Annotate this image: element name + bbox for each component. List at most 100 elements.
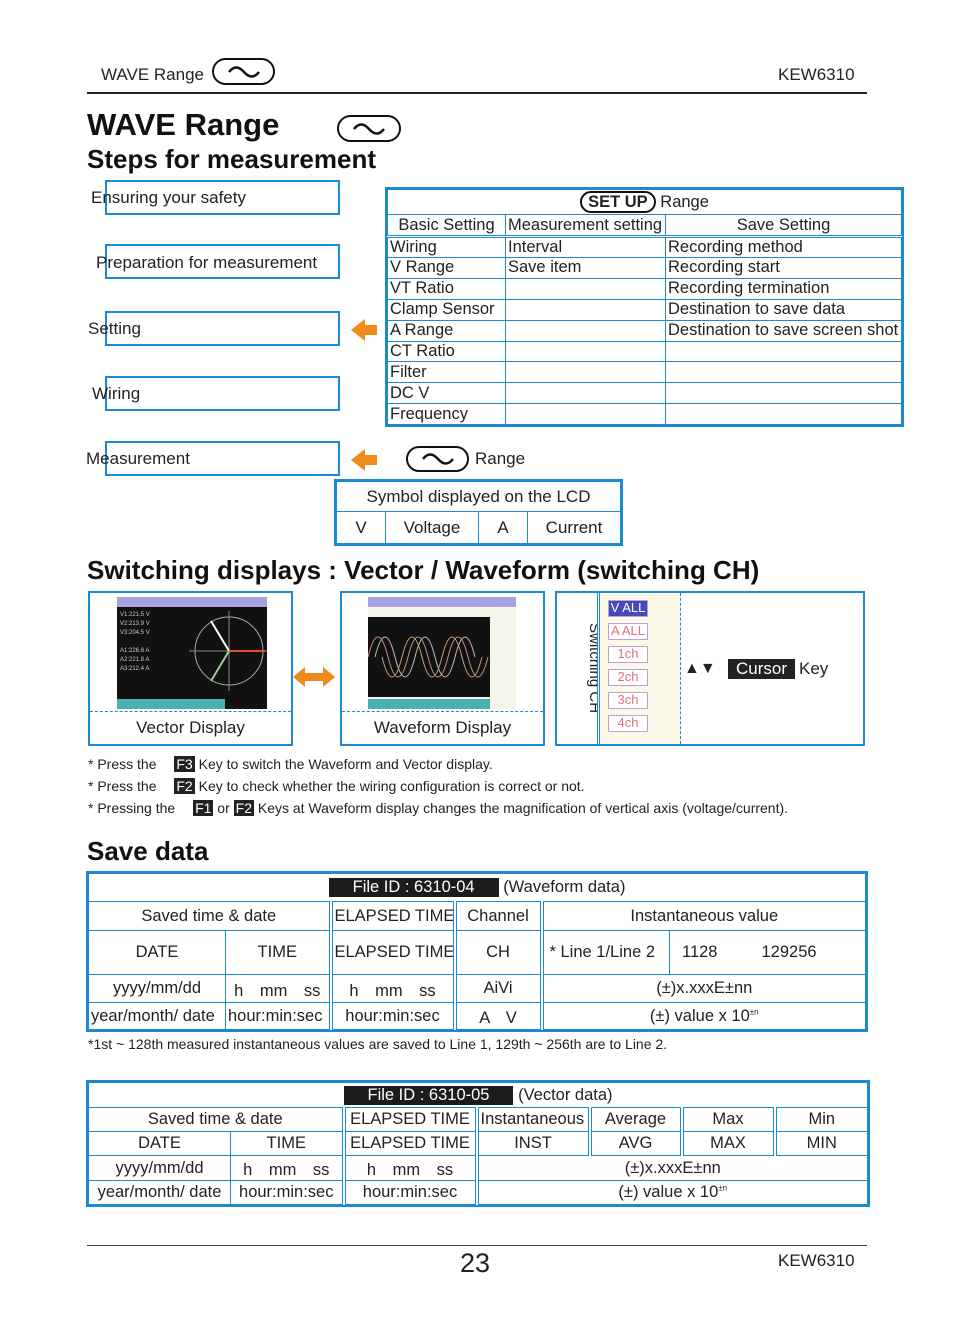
cell: h mm ss <box>330 974 457 1003</box>
setup-cell <box>665 403 902 426</box>
cell: ELAPSED TIME <box>343 1131 479 1156</box>
cell: yyyy/mm/dd <box>88 974 226 1003</box>
f3-key: F3 <box>174 756 195 772</box>
double-arrow-icon <box>293 667 335 687</box>
cell: 129256 <box>761 943 817 961</box>
channel-2ch[interactable]: 2ch <box>608 669 648 686</box>
file-id-badge: File ID : 6310-05 <box>343 1085 514 1105</box>
footnote: *1st ~ 128th measured instantaneous valu… <box>88 1036 668 1052</box>
page-title: WAVE Range <box>87 107 280 142</box>
note-f2: * Press the F2 Key to check whether the … <box>88 778 585 794</box>
cell: Instantaneous value <box>540 901 867 931</box>
setup-cell <box>505 319 666 342</box>
waveform-display-panel: Waveform Display <box>340 591 545 746</box>
setup-cell: Destination to save data <box>665 298 902 321</box>
waveform-file-table: File ID : 6310-04 (Waveform data) Saved … <box>85 871 869 1032</box>
cell: TIME <box>230 1131 346 1156</box>
cell: Max <box>681 1107 777 1132</box>
note-f1-f2: * Pressing the F1 or F2 Keys at Waveform… <box>88 800 789 816</box>
page-number: 23 <box>460 1248 491 1278</box>
cell: * Line 1/Line 2 <box>541 930 670 975</box>
symbol-voltage: Voltage <box>385 511 479 544</box>
channel-v-all[interactable]: V ALL <box>608 600 648 617</box>
cell: year/month/ date <box>88 1180 231 1205</box>
vector-display-screenshot: V1:221.5 V V2:213.9 V V3:204.5 V A1:226.8 A… <box>117 597 267 709</box>
flow-step-preparation: Preparation for measurement <box>96 253 318 272</box>
vector-display-label: Vector Display <box>136 718 245 737</box>
channel-3ch[interactable]: 3ch <box>608 692 648 709</box>
cell: Instantaneous <box>476 1107 592 1132</box>
setup-cell <box>505 277 666 300</box>
wave-key-icon <box>337 115 401 142</box>
channel-4ch[interactable]: 4ch <box>608 715 648 732</box>
cell: hour:min:sec <box>330 1002 457 1030</box>
cell: (±) value x 10 <box>649 1006 750 1025</box>
cell: DATE <box>88 930 226 975</box>
cell: Min <box>773 1107 869 1132</box>
setup-row: Clamp Sensor Destination to save data <box>387 298 902 321</box>
cell: INST <box>476 1131 592 1156</box>
col-header: Basic Setting <box>387 214 506 237</box>
arrow-left-icon <box>351 319 377 341</box>
symbol-current: Current <box>526 511 622 544</box>
cell: ELAPSED TIME <box>330 901 457 931</box>
setup-cell: Recording start <box>665 257 902 279</box>
cell: AVG <box>589 1131 684 1156</box>
setup-row: V Range Save item Recording start <box>387 257 902 279</box>
cell: (±) value x 10 <box>618 1183 719 1201</box>
setup-cell: Recording termination <box>665 277 902 300</box>
cell: MAX <box>681 1131 777 1156</box>
cell: Average <box>589 1107 684 1132</box>
setup-row: DC V <box>387 382 902 405</box>
cell: DATE <box>88 1131 231 1156</box>
flow-step-measurement: Measurement <box>86 449 190 468</box>
cell: ELAPSED TIME <box>343 1107 479 1132</box>
footer-model: KEW6310 <box>778 1251 855 1270</box>
channel-1ch[interactable]: 1ch <box>608 646 648 663</box>
setup-cell: Destination to save screen shot <box>665 319 902 342</box>
col-header: Save Setting <box>665 214 902 237</box>
cursor-up-down-icon: ▲▼ <box>684 660 716 677</box>
setup-cell: Frequency <box>387 403 506 426</box>
cell: hour:min:sec <box>225 1002 333 1030</box>
f1-key: F1 <box>193 800 214 816</box>
setup-table: SET UP Range Basic Setting Measurement s… <box>385 186 904 428</box>
setup-key-label: SET UP <box>580 190 656 213</box>
setup-row: A Range Destination to save screen shot <box>387 319 902 342</box>
channel-a-all[interactable]: A ALL <box>608 623 648 640</box>
cell: CH <box>454 930 544 975</box>
setup-row: CT Ratio <box>387 340 902 363</box>
symbol-a: A <box>478 511 528 544</box>
cell: yyyy/mm/dd <box>88 1155 231 1181</box>
switching-ch-panel: Switching CH V ALL A ALL 1ch 2ch 3ch 4ch… <box>555 591 865 746</box>
flow-step-safety: Ensuring your safety <box>91 188 246 207</box>
flow-step-setting: Setting <box>88 319 141 338</box>
flow-step-wiring: Wiring <box>92 384 141 403</box>
setup-cell: Interval <box>505 236 666 258</box>
setup-row: Wiring Interval Recording method <box>387 236 902 258</box>
cell: Channel <box>454 901 544 931</box>
setup-cell: Clamp Sensor <box>387 298 506 321</box>
setup-cell <box>665 340 902 363</box>
cell: Saved time & date <box>88 1107 346 1132</box>
setup-cell <box>505 361 666 384</box>
range-label: Range <box>475 449 526 468</box>
cell: 1128 <box>682 943 718 961</box>
setup-row: Frequency <box>387 403 902 426</box>
setup-table-title: Range <box>660 192 709 211</box>
vector-display-panel: V1:221.5 V V2:213.9 V V3:204.5 V A1:226.8 A… <box>88 591 293 746</box>
header-model: KEW6310 <box>778 65 855 84</box>
cell: h mm ss <box>343 1155 479 1181</box>
setup-cell <box>665 361 902 384</box>
f2-key: F2 <box>174 778 195 794</box>
cell: Saved time & date <box>88 901 333 931</box>
file-kind: (Vector data) <box>518 1085 613 1104</box>
wave-key-icon <box>406 446 469 472</box>
cell: (±)x.xxxE±nn <box>475 1155 869 1181</box>
cell: AiVi <box>454 974 544 1003</box>
setup-cell: Recording method <box>665 236 902 258</box>
section-heading-save: Save data <box>87 836 209 866</box>
symbol-table-title: Symbol displayed on the LCD <box>335 481 622 512</box>
cell: ELAPSED TIME <box>330 930 457 975</box>
setup-cell: DC V <box>387 382 506 405</box>
